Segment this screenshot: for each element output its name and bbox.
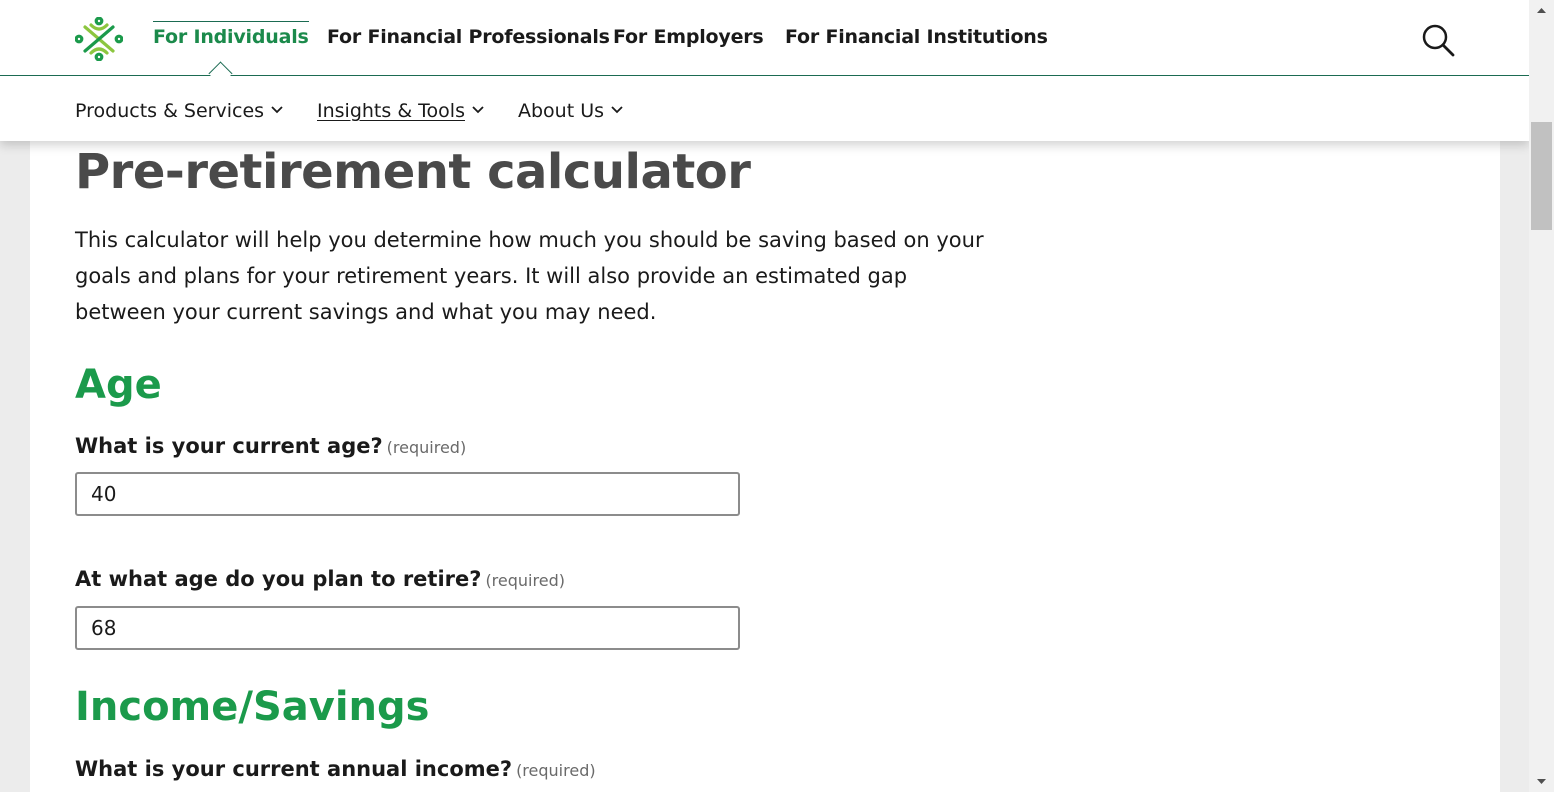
site-header: For Individuals For Financial Profession… bbox=[0, 0, 1529, 141]
subnav-label: Insights & Tools bbox=[317, 100, 465, 122]
section-heading-income-savings: Income/Savings bbox=[75, 684, 430, 730]
subnav-insights-tools[interactable]: Insights & Tools bbox=[317, 96, 484, 126]
annual-income-label: What is your current annual income? (requ… bbox=[75, 757, 596, 781]
subnav-products-services[interactable]: Products & Services bbox=[75, 96, 283, 126]
brand-logo-icon[interactable] bbox=[75, 17, 123, 61]
audience-bar: For Individuals For Financial Profession… bbox=[0, 0, 1529, 76]
field-label-text: At what age do you plan to retire? bbox=[75, 567, 482, 591]
field-label-text: What is your current annual income? bbox=[75, 757, 513, 781]
retire-age-label: At what age do you plan to retire? (requi… bbox=[75, 567, 565, 591]
retire-age-input[interactable] bbox=[75, 606, 740, 650]
page-scrollbar[interactable] bbox=[1529, 0, 1554, 792]
required-hint: (required) bbox=[485, 571, 565, 590]
scrollbar-thumb[interactable] bbox=[1531, 122, 1552, 230]
subnav-label: About Us bbox=[518, 100, 605, 122]
tab-for-employers[interactable]: For Employers bbox=[613, 22, 764, 52]
required-hint: (required) bbox=[516, 761, 596, 780]
intro-text: This calculator will help you determine … bbox=[75, 228, 984, 324]
required-hint: (required) bbox=[386, 438, 467, 457]
section-heading-age: Age bbox=[75, 362, 162, 408]
tab-for-individuals[interactable]: For Individuals bbox=[153, 21, 309, 52]
chevron-down-icon bbox=[472, 105, 484, 113]
current-age-input[interactable] bbox=[75, 472, 740, 516]
tab-for-financial-professionals[interactable]: For Financial Professionals bbox=[327, 22, 610, 52]
chevron-down-icon bbox=[611, 105, 623, 113]
subnav-about-us[interactable]: About Us bbox=[518, 96, 623, 126]
search-icon[interactable] bbox=[1420, 22, 1456, 58]
subnav-label: Products & Services bbox=[75, 100, 265, 122]
field-label-text: What is your current age? bbox=[75, 434, 383, 458]
current-age-label: What is your current age? (required) bbox=[75, 434, 466, 458]
scroll-down-arrow-icon[interactable] bbox=[1529, 770, 1554, 792]
chevron-down-icon bbox=[271, 105, 283, 113]
tab-for-financial-institutions[interactable]: For Financial Institutions bbox=[785, 22, 1048, 52]
scroll-up-arrow-icon[interactable] bbox=[1529, 0, 1554, 22]
page-title: Pre-retirement calculator bbox=[75, 144, 751, 200]
